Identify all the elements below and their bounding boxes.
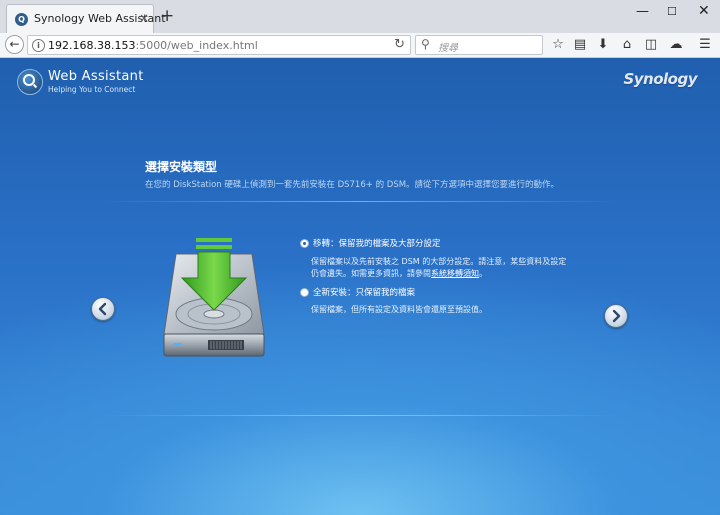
migration-desc-suffix: 。 xyxy=(479,269,487,278)
search-box[interactable]: ⚲ 搜尋 xyxy=(415,35,543,55)
migration-label[interactable]: 移轉：保留我的檔案及大部分設定 xyxy=(313,237,441,249)
tab-close-icon[interactable]: × xyxy=(139,11,149,25)
app-tagline: Helping You to Connect xyxy=(48,85,136,94)
new-tab-button[interactable]: + xyxy=(160,8,174,25)
synology-favicon-icon: Q xyxy=(15,13,28,26)
clean-install-label[interactable]: 全新安裝：只保留我的檔案 xyxy=(313,286,415,298)
home-icon[interactable]: ⌂ xyxy=(619,36,635,54)
url-bar[interactable]: i 192.168.38.153:5000/web_index.html ↻ xyxy=(27,35,411,55)
next-button[interactable] xyxy=(604,304,628,328)
browser-tab[interactable]: Q Synology Web Assistant × xyxy=(6,4,166,33)
browser-titlebar: Q Synology Web Assistant × + — ☐ ✕ xyxy=(0,0,720,33)
hard-drive-install-icon xyxy=(163,238,265,357)
maximize-icon[interactable]: ☐ xyxy=(667,5,677,18)
previous-button[interactable] xyxy=(91,297,115,321)
url-path: :5000/web_index.html xyxy=(135,39,258,52)
migration-desc-prefix: 仍會遺失。如需更多資訊，請參閱 xyxy=(311,269,431,278)
url-text: 192.168.38.153:5000/web_index.html xyxy=(48,39,258,52)
extension-icon[interactable]: ☁ xyxy=(668,36,684,54)
browser-navbar: ← i 192.168.38.153:5000/web_index.html ↻… xyxy=(0,33,720,58)
pocket-icon[interactable]: ◫ xyxy=(643,36,659,54)
chevron-right-icon xyxy=(612,309,621,323)
search-icon: ⚲ xyxy=(421,37,430,51)
search-placeholder: 搜尋 xyxy=(438,43,458,54)
clean-install-description: 保留檔案，但所有設定及資料皆會還原至預設值。 xyxy=(311,305,487,314)
menu-icon[interactable]: ☰ xyxy=(697,36,713,54)
back-button[interactable]: ← xyxy=(5,35,24,54)
clean-install-radio[interactable] xyxy=(300,288,309,297)
info-icon[interactable]: i xyxy=(32,39,45,52)
chevron-left-icon xyxy=(98,302,107,316)
bookmark-star-icon[interactable]: ☆ xyxy=(550,36,566,54)
reload-icon[interactable]: ↻ xyxy=(394,37,405,52)
window-close-icon[interactable]: ✕ xyxy=(698,3,710,19)
page-title: 選擇安裝類型 xyxy=(145,160,218,174)
app-name: Web Assistant xyxy=(48,69,144,84)
divider-top xyxy=(100,201,620,202)
download-icon[interactable]: ⬇ xyxy=(595,36,611,54)
reading-list-icon[interactable]: ▤ xyxy=(572,36,588,54)
divider-bottom xyxy=(100,415,620,416)
migration-info-link[interactable]: 系統移轉須知 xyxy=(431,269,479,278)
migration-radio[interactable] xyxy=(300,239,309,248)
migration-description-line1: 保留檔案以及先前安裝之 DSM 的大部分設定。請注意，某些資料及設定 xyxy=(311,257,567,266)
web-assistant-page: Web Assistant Helping You to Connect Syn… xyxy=(0,58,720,515)
migration-description-line2: 仍會遺失。如需更多資訊，請參閱系統移轉須知。 xyxy=(311,268,487,280)
url-host: 192.168.38.153 xyxy=(48,39,136,52)
page-description: 在您的 DiskStation 硬碟上偵測到一套先前安裝在 DS716+ 的 D… xyxy=(145,180,560,190)
web-assistant-logo-icon xyxy=(17,69,43,95)
synology-logo: Synology xyxy=(623,70,697,88)
minimize-icon[interactable]: — xyxy=(636,4,649,19)
